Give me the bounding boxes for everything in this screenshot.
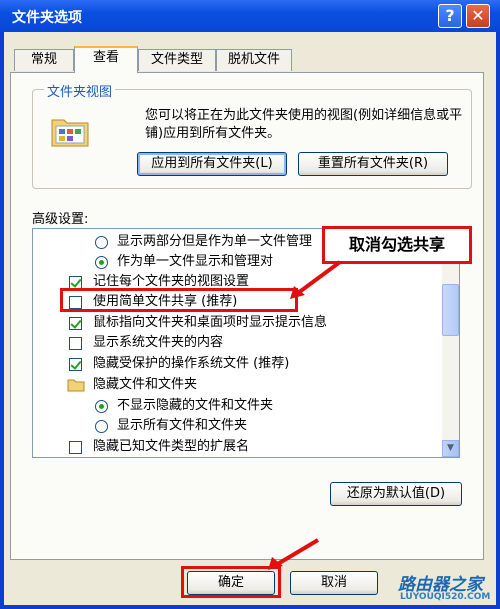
checkbox[interactable]	[69, 337, 82, 350]
help-button[interactable]: ?	[438, 4, 462, 28]
list-item-label: 作为单一文件显示和管理对	[117, 254, 274, 269]
list-item-label: 隐藏受保护的操作系统文件 (推荐)	[93, 356, 290, 371]
cancel-button[interactable]: 取消	[290, 571, 378, 595]
advanced-settings-label: 高级设置:	[32, 212, 89, 227]
radio-button[interactable]	[95, 400, 108, 413]
folder-views-legend: 文件夹视图	[44, 81, 116, 100]
restore-defaults-button[interactable]: 还原为默认值(D)	[330, 482, 462, 506]
radio-button[interactable]	[95, 420, 108, 433]
title-bar[interactable]: 文件夹选项 ? ✕	[0, 0, 500, 32]
tab-offline-files[interactable]: 脱机文件	[216, 49, 292, 71]
list-item-label: 隐藏已知文件类型的扩展名	[93, 439, 250, 454]
folder-views-description: 您可以将正在为此文件夹使用的视图(例如详细信息或平铺)应用到所有文件夹。	[145, 108, 463, 141]
folder-view-icon	[51, 119, 89, 147]
annotation-callout: 取消勾选共享	[322, 226, 472, 264]
folder-icon	[67, 379, 85, 392]
tab-view[interactable]: 查看	[74, 46, 138, 73]
radio-button[interactable]	[95, 236, 108, 249]
list-item-label: 隐藏文件和文件夹	[93, 377, 198, 392]
reset-all-folders-button[interactable]: 重置所有文件夹(R)	[298, 152, 448, 176]
radio-button[interactable]	[95, 256, 108, 269]
scrollbar-thumb[interactable]	[442, 284, 459, 336]
checkbox[interactable]	[69, 358, 82, 371]
scroll-down-icon[interactable]: ▼	[442, 440, 459, 457]
checkbox[interactable]	[69, 317, 82, 330]
list-item-label: 鼠标指向文件夹和桌面项时显示提示信息	[93, 315, 328, 330]
list-item-label: 不显示隐藏的文件和文件夹	[117, 398, 274, 413]
close-button[interactable]: ✕	[466, 4, 490, 28]
list-item-label: 显示所有文件和文件夹	[117, 418, 248, 433]
list-item-label: 显示系统文件夹的内容	[93, 335, 224, 350]
watermark-en: LUYOUQI520.COM	[400, 592, 491, 602]
highlight-simple-sharing	[60, 288, 298, 312]
list-item-label: 显示两部分但是作为单一文件管理	[117, 234, 313, 249]
checkbox[interactable]	[69, 441, 82, 454]
site-watermark: 路由器之家 LUYOUQI520.COM	[398, 570, 498, 606]
highlight-ok-button	[181, 566, 281, 598]
window-title: 文件夹选项	[12, 10, 82, 26]
tab-general[interactable]: 常规	[14, 49, 74, 71]
apply-to-all-folders-button[interactable]: 应用到所有文件夹(L)	[137, 152, 287, 176]
tab-file-types[interactable]: 文件类型	[138, 49, 216, 71]
